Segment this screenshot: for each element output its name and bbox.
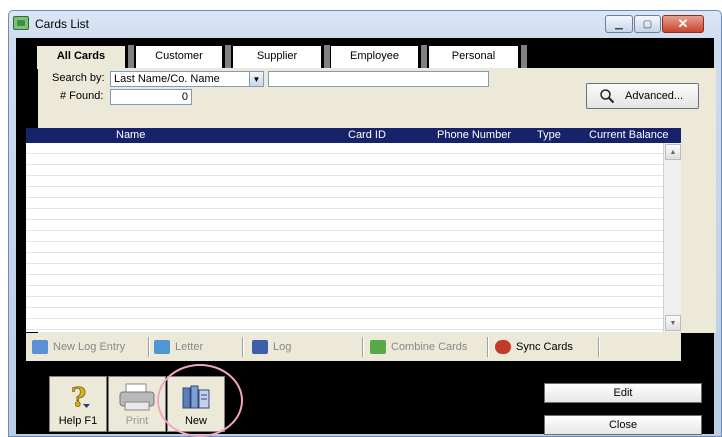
chevron-down-icon: ▼ <box>252 74 261 84</box>
tab-employee[interactable]: Employee <box>330 45 419 68</box>
tab-divider <box>421 45 427 68</box>
printer-icon <box>119 383 155 411</box>
combine-cards-label: Combine Cards <box>391 341 468 353</box>
help-button[interactable]: ? Help F1 <box>49 376 107 432</box>
tab-supplier[interactable]: Supplier <box>232 45 322 68</box>
cards-grid[interactable] <box>26 143 663 332</box>
divider <box>148 337 150 357</box>
search-by-select[interactable]: Last Name/Co. Name <box>110 71 264 87</box>
bottom-toolbar: ? Help F1 Print New Edit Close <box>16 362 714 435</box>
chevron-down-icon: ▼ <box>669 319 677 327</box>
search-by-dropdown-button[interactable]: ▼ <box>249 71 264 87</box>
search-icon <box>600 89 615 104</box>
app-icon <box>13 16 29 30</box>
letter-label: Letter <box>175 341 204 353</box>
tab-divider <box>521 45 527 68</box>
letter-icon <box>154 340 170 354</box>
new-log-entry-button[interactable]: New Log Entry <box>32 336 125 358</box>
sync-cards-button[interactable]: Sync Cards <box>495 336 573 358</box>
minimize-button[interactable]: ▁ <box>605 15 633 33</box>
card-actions-bar: New Log Entry Letter Log Combine Cards S… <box>26 333 681 361</box>
letter-button[interactable]: Letter <box>154 336 203 358</box>
divider <box>487 337 489 357</box>
divider <box>362 337 364 357</box>
maximize-icon: ▢ <box>642 18 653 30</box>
close-window-button[interactable]: ✕ <box>662 15 704 33</box>
log-entry-icon <box>32 340 48 354</box>
search-by-label: Search by: <box>52 72 105 84</box>
log-icon <box>252 340 268 354</box>
svg-text:?: ? <box>71 383 86 412</box>
column-current-balance[interactable]: Current Balance <box>589 129 669 141</box>
found-count: 0 <box>110 89 192 105</box>
tab-customer[interactable]: Customer <box>135 45 223 68</box>
sync-cards-icon <box>495 340 511 354</box>
scroll-down-button[interactable]: ▼ <box>665 315 681 331</box>
tab-personal[interactable]: Personal <box>428 45 519 68</box>
advanced-button[interactable]: Advanced... <box>586 83 699 109</box>
close-button[interactable]: Close <box>544 415 702 435</box>
sync-cards-label: Sync Cards <box>516 341 573 353</box>
cards-list-window: Cards List ▁ ▢ ✕ All Cards Customer Supp… <box>8 10 722 437</box>
help-label: Help F1 <box>58 415 98 427</box>
found-label: # Found: <box>60 90 104 102</box>
log-button[interactable]: Log <box>252 336 291 358</box>
client-area: All Cards Customer Supplier Employee Per… <box>16 38 716 435</box>
title-bar[interactable]: Cards List ▁ ▢ ✕ <box>9 11 721 37</box>
tab-all-cards[interactable]: All Cards <box>36 45 126 69</box>
column-card-id[interactable]: Card ID <box>348 129 386 141</box>
print-label: Print <box>125 415 149 427</box>
advanced-label: Advanced... <box>625 90 684 102</box>
new-log-entry-label: New Log Entry <box>53 341 126 353</box>
scroll-up-button[interactable]: ▲ <box>665 144 681 160</box>
window-title: Cards List <box>35 17 90 31</box>
minimize-icon: ▁ <box>615 18 623 30</box>
edit-button[interactable]: Edit <box>544 383 702 403</box>
log-label: Log <box>273 341 292 353</box>
grid-header: Name Card ID Phone Number Type Current B… <box>26 128 681 143</box>
help-icon: ? <box>71 383 90 412</box>
grid-scrollbar[interactable]: ▲ ▼ <box>663 143 681 332</box>
maximize-button[interactable]: ▢ <box>634 15 661 33</box>
search-area: Search by: Last Name/Co. Name ▼ # Found:… <box>38 68 716 114</box>
search-input[interactable] <box>268 71 489 87</box>
divider <box>598 337 600 357</box>
combine-cards-icon <box>370 340 386 354</box>
column-type[interactable]: Type <box>537 129 561 141</box>
column-name[interactable]: Name <box>116 129 145 141</box>
chevron-up-icon: ▲ <box>669 148 677 156</box>
tab-divider <box>225 45 231 68</box>
tab-divider <box>128 45 134 68</box>
highlight-circle <box>157 364 243 437</box>
divider <box>242 337 244 357</box>
column-phone-number[interactable]: Phone Number <box>437 129 511 141</box>
combine-cards-button[interactable]: Combine Cards <box>370 336 467 358</box>
close-icon: ✕ <box>677 16 689 31</box>
